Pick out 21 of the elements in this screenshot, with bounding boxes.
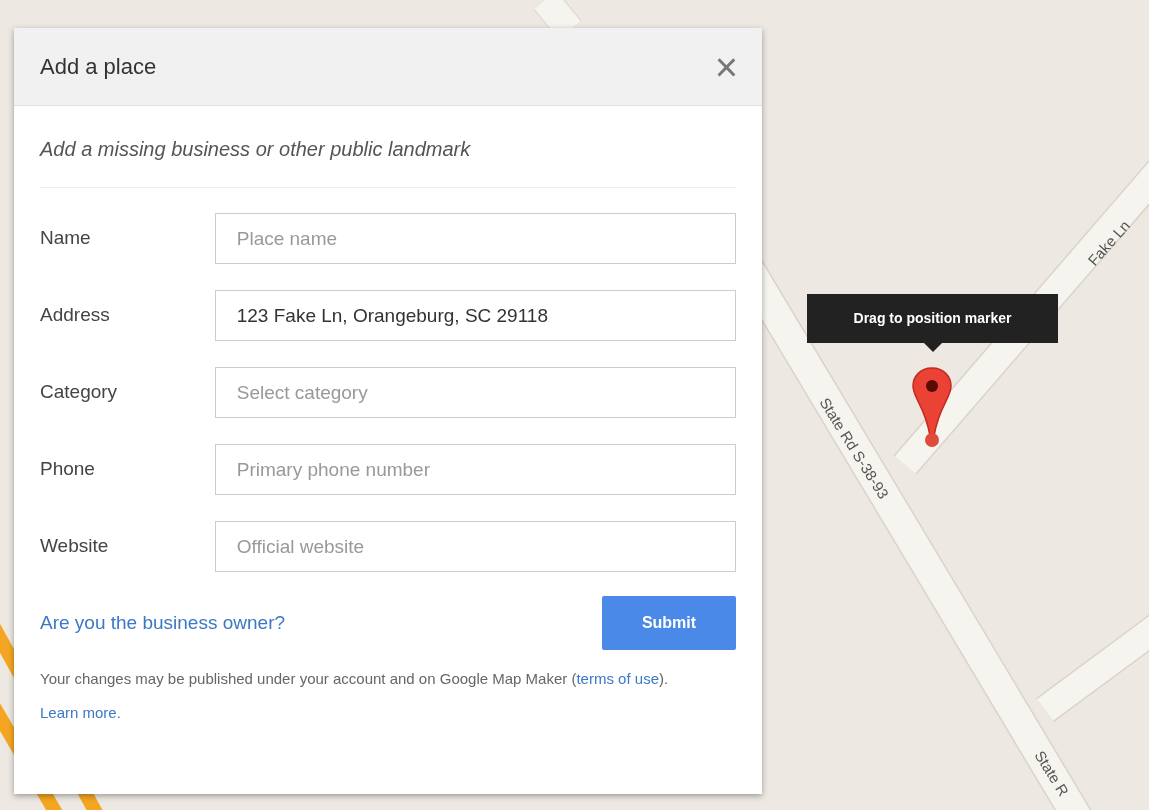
input-field[interactable]: 123 Fake Ln, Orangeburg, SC 29118 <box>214 290 736 341</box>
field-label: Name <box>40 226 92 251</box>
field-label: Phone <box>40 457 96 482</box>
input-field[interactable]: Primary phone number <box>214 444 736 495</box>
footer-notice: Your changes may be published under your account and on Google Map Maker (terms of use). Learn more. <box>40 669 670 723</box>
business-owner-link[interactable]: Are you the business owner? <box>40 608 286 638</box>
tooltip: Drag to position marker <box>807 294 1058 343</box>
learn-more-link[interactable]: Learn more. <box>40 704 121 721</box>
submit-button[interactable]: Submit <box>602 596 736 650</box>
input-field[interactable]: Place name <box>214 213 736 264</box>
input-field[interactable]: Official website <box>214 521 736 572</box>
close-button[interactable]: × <box>714 46 738 87</box>
terms-link[interactable]: terms of use <box>576 670 659 687</box>
field-label: Address <box>40 303 111 328</box>
input-field[interactable]: Select category <box>214 367 736 418</box>
field-label: Category <box>40 380 119 405</box>
field-label: Website <box>40 534 110 559</box>
map-marker-icon[interactable] <box>911 366 953 450</box>
dialog-title: Add a place <box>40 53 157 81</box>
tooltip-pointer-icon <box>924 343 942 352</box>
dialog-subtitle: Add a missing business or other public landmark <box>40 106 736 188</box>
